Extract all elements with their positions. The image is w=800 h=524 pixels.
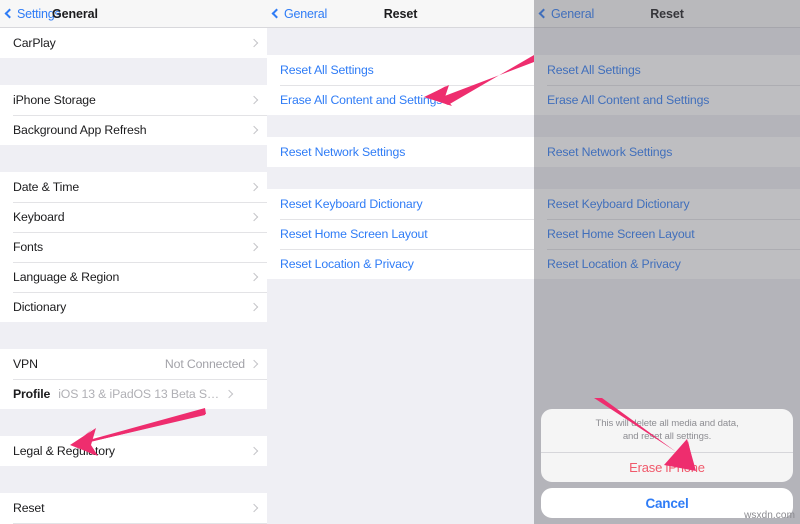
back-button-label: Settings [17, 6, 61, 21]
row-label: Keyboard [13, 210, 65, 224]
reset-group: Reset All Settings Erase All Content and… [267, 55, 534, 115]
empty-area [267, 279, 534, 519]
action-sheet-erase-confirmation: This will delete all media and data, and… [541, 409, 793, 518]
back-button-settings[interactable]: Settings [0, 7, 61, 21]
navigation-bar-reset: General Reset [267, 0, 534, 28]
reset-list[interactable]: Reset All Settings Erase All Content and… [267, 28, 534, 524]
section-gap [0, 322, 267, 349]
back-button-general[interactable]: General [267, 7, 327, 21]
row-label: Fonts [13, 240, 44, 254]
reset-row-reset-keyboard-dictionary[interactable]: Reset Keyboard Dictionary [267, 189, 534, 219]
reset-row-reset-home-screen-layout[interactable]: Reset Home Screen Layout [267, 219, 534, 249]
chevron-left-icon [4, 8, 15, 19]
settings-row-date-and-time[interactable]: Date & Time [0, 172, 267, 202]
chevron-left-icon [271, 8, 282, 19]
settings-group: Reset Shut Down [0, 493, 267, 524]
chevron-right-icon [249, 125, 259, 135]
settings-group: CarPlay [0, 28, 267, 58]
section-gap [267, 115, 534, 137]
chevron-right-icon [249, 446, 259, 456]
erase-iphone-button[interactable]: Erase iPhone [541, 453, 793, 482]
row-label: Reset Home Screen Layout [280, 227, 428, 241]
three-phone-screenshots: Settings General CarPlay iPhone Storage … [0, 0, 800, 524]
settings-row-vpn[interactable]: VPN Not Connected [0, 349, 267, 379]
row-label: Erase All Content and Settings [280, 93, 443, 107]
row-label: Background App Refresh [13, 123, 147, 137]
settings-list-general[interactable]: CarPlay iPhone Storage Background App Re… [0, 28, 267, 524]
row-value: Not Connected [164, 357, 245, 371]
chevron-right-icon [249, 212, 259, 222]
chevron-right-icon [249, 359, 259, 369]
settings-row-fonts[interactable]: Fonts [0, 232, 267, 262]
action-sheet-message: This will delete all media and data, and… [541, 409, 793, 452]
section-gap [0, 466, 267, 493]
reset-row-erase-all-content-and-settings[interactable]: Erase All Content and Settings [267, 85, 534, 115]
section-gap [0, 409, 267, 436]
navigation-bar-general: Settings General [0, 0, 267, 28]
phone-screen-erase-confirmation: General Reset Reset All Settings Erase A… [534, 0, 800, 524]
row-label: Reset Keyboard Dictionary [280, 197, 423, 211]
settings-row-iphone-storage[interactable]: iPhone Storage [0, 85, 267, 115]
phone-screen-general-settings: Settings General CarPlay iPhone Storage … [0, 0, 267, 524]
reset-row-reset-network-settings[interactable]: Reset Network Settings [267, 137, 534, 167]
action-sheet-card: This will delete all media and data, and… [541, 409, 793, 482]
settings-group: VPN Not Connected Profile iOS 13 & iPadO… [0, 349, 267, 409]
chevron-right-icon [249, 182, 259, 192]
row-label: iPhone Storage [13, 93, 96, 107]
action-sheet-message-line-1: This will delete all media and data, [595, 418, 739, 429]
row-label: Reset [13, 501, 45, 515]
settings-row-reset[interactable]: Reset [0, 493, 267, 523]
row-label: CarPlay [13, 36, 56, 50]
settings-group: Date & Time Keyboard Fonts Language & Re… [0, 172, 267, 322]
chevron-right-icon [249, 95, 259, 105]
row-label: Profile [13, 387, 51, 401]
row-label: Reset All Settings [280, 63, 374, 77]
chevron-right-icon [249, 38, 259, 48]
section-gap [0, 145, 267, 172]
chevron-right-icon [249, 242, 259, 252]
reset-group: Reset Network Settings [267, 137, 534, 167]
row-label: Reset Network Settings [280, 145, 406, 159]
reset-row-reset-location-and-privacy[interactable]: Reset Location & Privacy [267, 249, 534, 279]
row-label: VPN [13, 357, 38, 371]
settings-row-language-and-region[interactable]: Language & Region [0, 262, 267, 292]
row-label: Legal & Regulatory [13, 444, 115, 458]
settings-row-dictionary[interactable]: Dictionary [0, 292, 267, 322]
row-label: Reset Location & Privacy [280, 257, 414, 271]
settings-row-keyboard[interactable]: Keyboard [0, 202, 267, 232]
row-value: iOS 13 & iPadOS 13 Beta Software Pr... [58, 387, 226, 401]
chevron-right-icon [249, 503, 259, 513]
chevron-right-icon [249, 272, 259, 282]
section-gap [267, 167, 534, 189]
action-sheet-message-line-2: and reset all settings. [622, 431, 712, 442]
section-gap [267, 28, 534, 55]
row-label: Dictionary [13, 300, 67, 314]
row-label: Date & Time [13, 180, 80, 194]
chevron-right-icon [249, 302, 259, 312]
settings-row-carplay[interactable]: CarPlay [0, 28, 267, 58]
reset-group: Reset Keyboard Dictionary Reset Home Scr… [267, 189, 534, 279]
settings-group: Legal & Regulatory [0, 436, 267, 466]
watermark: wsxdn.com [744, 510, 795, 521]
chevron-right-icon [224, 389, 234, 399]
reset-row-reset-all-settings[interactable]: Reset All Settings [267, 55, 534, 85]
back-button-label: General [284, 6, 328, 21]
row-label: Language & Region [13, 270, 120, 284]
section-gap [0, 58, 267, 85]
settings-row-background-app-refresh[interactable]: Background App Refresh [0, 115, 267, 145]
settings-row-profile[interactable]: Profile iOS 13 & iPadOS 13 Beta Software… [0, 379, 267, 409]
phone-screen-reset-menu: General Reset Reset All Settings Erase A… [267, 0, 534, 524]
settings-group: iPhone Storage Background App Refresh [0, 85, 267, 145]
settings-row-legal-and-regulatory[interactable]: Legal & Regulatory [0, 436, 267, 466]
